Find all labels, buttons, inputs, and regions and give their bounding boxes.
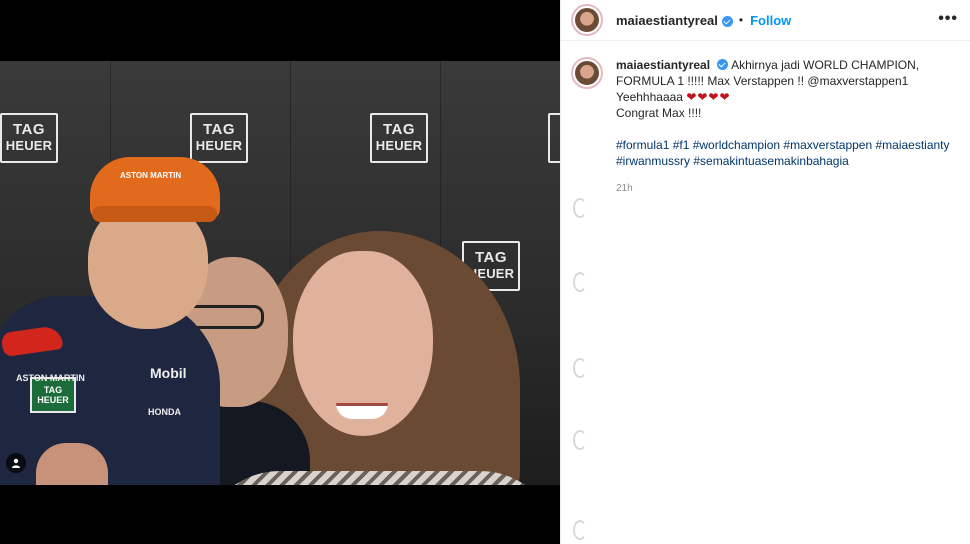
post-media: TAG HEUER TAG HEUER TAG HEUER TAG HEUER TAG H…	[0, 0, 560, 544]
avatar[interactable]	[571, 4, 603, 36]
verified-badge-icon	[717, 59, 729, 70]
post-caption: maiaestiantyreal Akhirnya jadi WORLD CHA…	[561, 41, 970, 197]
loading-placeholder-icon	[573, 520, 587, 540]
caption-text-end: Congrat Max !!!!	[616, 106, 702, 120]
caption-username[interactable]: maiaestiantyreal	[616, 58, 710, 72]
loading-placeholder-icon	[573, 272, 587, 292]
post-timestamp[interactable]: 21h	[616, 181, 958, 197]
tag-heuer-logo: TAG HEUER	[0, 113, 58, 163]
cap-brand: ASTON MARTIN	[120, 171, 182, 180]
woman-smile	[336, 403, 388, 419]
shirt-honda: HONDA	[148, 407, 181, 417]
caption-body: maiaestiantyreal Akhirnya jadi WORLD CHA…	[616, 57, 958, 197]
more-options-icon[interactable]: •••	[938, 10, 958, 28]
user-silhouette-icon	[12, 458, 20, 468]
loading-placeholder-icon	[573, 198, 587, 218]
avatar-image	[575, 61, 599, 85]
tagged-user-icon[interactable]	[6, 453, 26, 473]
follow-button[interactable]: Follow	[750, 13, 791, 28]
caption-avatar[interactable]	[571, 57, 603, 89]
tag-heuer-logo: TAG HEUER	[370, 113, 428, 163]
heart-emoji-icon: ❤❤❤❤	[686, 90, 731, 104]
driver-cap-brim	[92, 206, 217, 222]
shirt-aston-martin: ASTON MARTIN	[16, 373, 85, 383]
verified-badge-icon	[721, 15, 733, 27]
tag-heuer-logo: TAG HEUER	[190, 113, 248, 163]
loading-placeholder-icon	[573, 430, 587, 450]
separator-dot: •	[738, 13, 744, 27]
post-photo[interactable]: TAG HEUER TAG HEUER TAG HEUER TAG HEUER TAG H…	[0, 61, 560, 485]
shirt-mobil: Mobil	[150, 365, 187, 381]
thumbs-up-hand	[36, 443, 108, 485]
post-side-panel: maiaestiantyreal • Follow ••• maiaestian…	[560, 0, 970, 544]
caption-hashtags[interactable]: #formula1 #f1 #worldchampion #maxverstap…	[616, 137, 958, 169]
header-username[interactable]: maiaestiantyreal	[616, 13, 718, 28]
avatar-image	[575, 8, 599, 32]
tag-heuer-logo	[548, 113, 560, 163]
post-header: maiaestiantyreal • Follow •••	[561, 0, 970, 41]
loading-placeholder-icon	[573, 358, 587, 378]
